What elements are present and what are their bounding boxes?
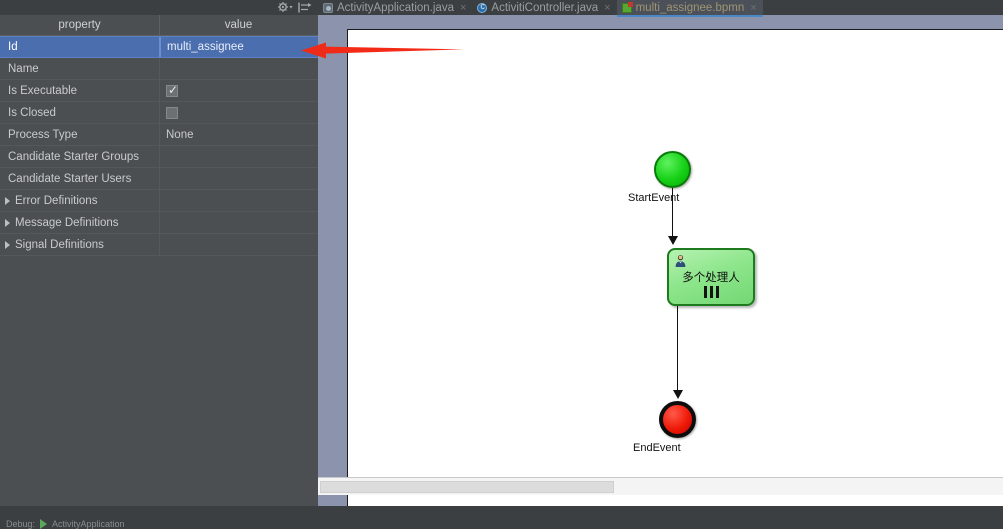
property-name-label: Is Closed (8, 106, 56, 119)
editor-tab[interactable]: ActivityApplication.java × (318, 0, 473, 15)
property-name-cell: Is Closed (0, 102, 160, 123)
property-name-label: Is Executable (8, 84, 78, 97)
expand-triangle-icon[interactable] (5, 218, 10, 227)
end-event-label: EndEvent (633, 442, 681, 454)
sequence-flow-1-arrowhead (668, 236, 678, 245)
editor-tab[interactable]: ActivitiController.java × (472, 0, 617, 15)
run-icon[interactable] (40, 519, 48, 529)
property-name-cell: Error Definitions (0, 190, 160, 211)
editor-tabbar: ActivityApplication.java×ActivitiControl… (318, 0, 1003, 17)
property-value-cell[interactable] (160, 80, 317, 101)
horizontal-scrollbar-thumb[interactable] (320, 481, 614, 493)
property-value-cell[interactable] (160, 102, 317, 123)
property-name-label: Candidate Starter Users (8, 172, 132, 185)
editor-tab-label: ActivityApplication.java (337, 1, 454, 14)
property-name-cell: Candidate Starter Groups (0, 146, 160, 167)
property-value-cell[interactable] (160, 212, 317, 233)
property-name-label: Process Type (8, 128, 78, 141)
property-row[interactable]: Id multi_assignee (0, 36, 318, 58)
expand-triangle-icon[interactable] (5, 196, 10, 205)
property-value-label: multi_assignee (167, 41, 244, 53)
checkbox-icon[interactable] (166, 83, 178, 97)
start-event-node[interactable] (654, 151, 691, 188)
property-row[interactable]: Candidate Starter Groups (0, 146, 318, 168)
editor-tab-label: ActivitiController.java (491, 1, 599, 14)
ide-window: property value Id multi_assignee Name Is Ex… (0, 0, 1003, 529)
property-name-label: Name (8, 62, 39, 75)
property-name-cell: Message Definitions (0, 212, 160, 233)
editor-tab-label: multi_assignee.bpmn (635, 1, 745, 14)
property-value-cell[interactable] (160, 234, 317, 255)
checkbox-icon[interactable] (166, 106, 178, 119)
property-name-label: Candidate Starter Groups (8, 150, 140, 163)
property-name-cell: Signal Definitions (0, 234, 160, 255)
property-value-cell[interactable] (160, 168, 317, 189)
java-controller-icon (477, 1, 488, 13)
status-bar-left: Debug: ActivityApplication (0, 519, 318, 529)
property-value-cell[interactable] (160, 146, 317, 167)
properties-table-header: property value (0, 15, 318, 36)
property-row[interactable]: Process Type None (0, 124, 318, 146)
debug-label: Debug: (6, 519, 36, 529)
property-value-cell[interactable]: None (160, 124, 317, 145)
property-name-label: Id (8, 41, 18, 53)
close-icon[interactable]: × (460, 2, 466, 14)
gear-dropdown-icon[interactable] (276, 1, 294, 14)
property-row[interactable]: Name (0, 58, 318, 80)
property-row[interactable]: Is Closed (0, 102, 318, 124)
property-row[interactable]: Error Definitions (0, 190, 318, 212)
property-row[interactable]: Is Executable (0, 80, 318, 102)
end-event-node[interactable] (659, 401, 696, 438)
bpmn-file-icon (621, 1, 633, 13)
collapse-all-icon[interactable] (296, 1, 314, 14)
bpmn-canvas[interactable]: StartEvent 多个处理人 EndEvent (347, 29, 1003, 506)
property-row[interactable]: Candidate Starter Users (0, 168, 318, 190)
properties-toolbar (0, 0, 318, 15)
sequence-flow-1[interactable] (672, 188, 673, 240)
property-name-cell: Is Executable (0, 80, 160, 101)
column-header-value[interactable]: value (160, 15, 317, 35)
sequence-flow-2-arrowhead (673, 390, 683, 399)
editor-area: ActivityApplication.java×ActivitiControl… (318, 0, 1003, 529)
expand-triangle-icon[interactable] (5, 240, 10, 249)
properties-table-body: Id multi_assignee Name Is Executable Is Clos… (0, 36, 318, 506)
property-name-cell: Candidate Starter Users (0, 168, 160, 189)
user-task-label: 多个处理人 (682, 270, 740, 284)
parallel-multi-instance-marker-icon (669, 286, 753, 298)
property-value-label: None (166, 128, 194, 141)
property-row[interactable]: Signal Definitions (0, 234, 318, 256)
property-value-cell[interactable] (160, 58, 317, 79)
properties-panel: property value Id multi_assignee Name Is Ex… (0, 0, 318, 529)
property-name-label: Message Definitions (15, 216, 119, 229)
property-value-cell[interactable]: multi_assignee (160, 37, 317, 57)
status-bar-right (318, 506, 1003, 529)
property-name-cell: Process Type (0, 124, 160, 145)
run-configuration-name[interactable]: ActivityApplication (52, 519, 125, 529)
horizontal-scrollbar[interactable] (318, 477, 1003, 495)
property-name-label: Signal Definitions (15, 238, 104, 251)
property-name-label: Error Definitions (15, 194, 98, 207)
user-task-node[interactable]: 多个处理人 (667, 248, 755, 306)
property-name-cell: Name (0, 58, 160, 79)
property-name-cell: Id (0, 37, 160, 57)
close-icon[interactable]: × (750, 2, 756, 14)
close-icon[interactable]: × (604, 2, 610, 14)
editor-tab[interactable]: multi_assignee.bpmn × (616, 0, 763, 17)
sequence-flow-2[interactable] (677, 306, 678, 394)
column-header-property[interactable]: property (0, 15, 160, 35)
property-row[interactable]: Message Definitions (0, 212, 318, 234)
property-value-cell[interactable] (160, 190, 317, 211)
user-task-icon (674, 254, 687, 267)
java-class-icon (323, 2, 333, 13)
